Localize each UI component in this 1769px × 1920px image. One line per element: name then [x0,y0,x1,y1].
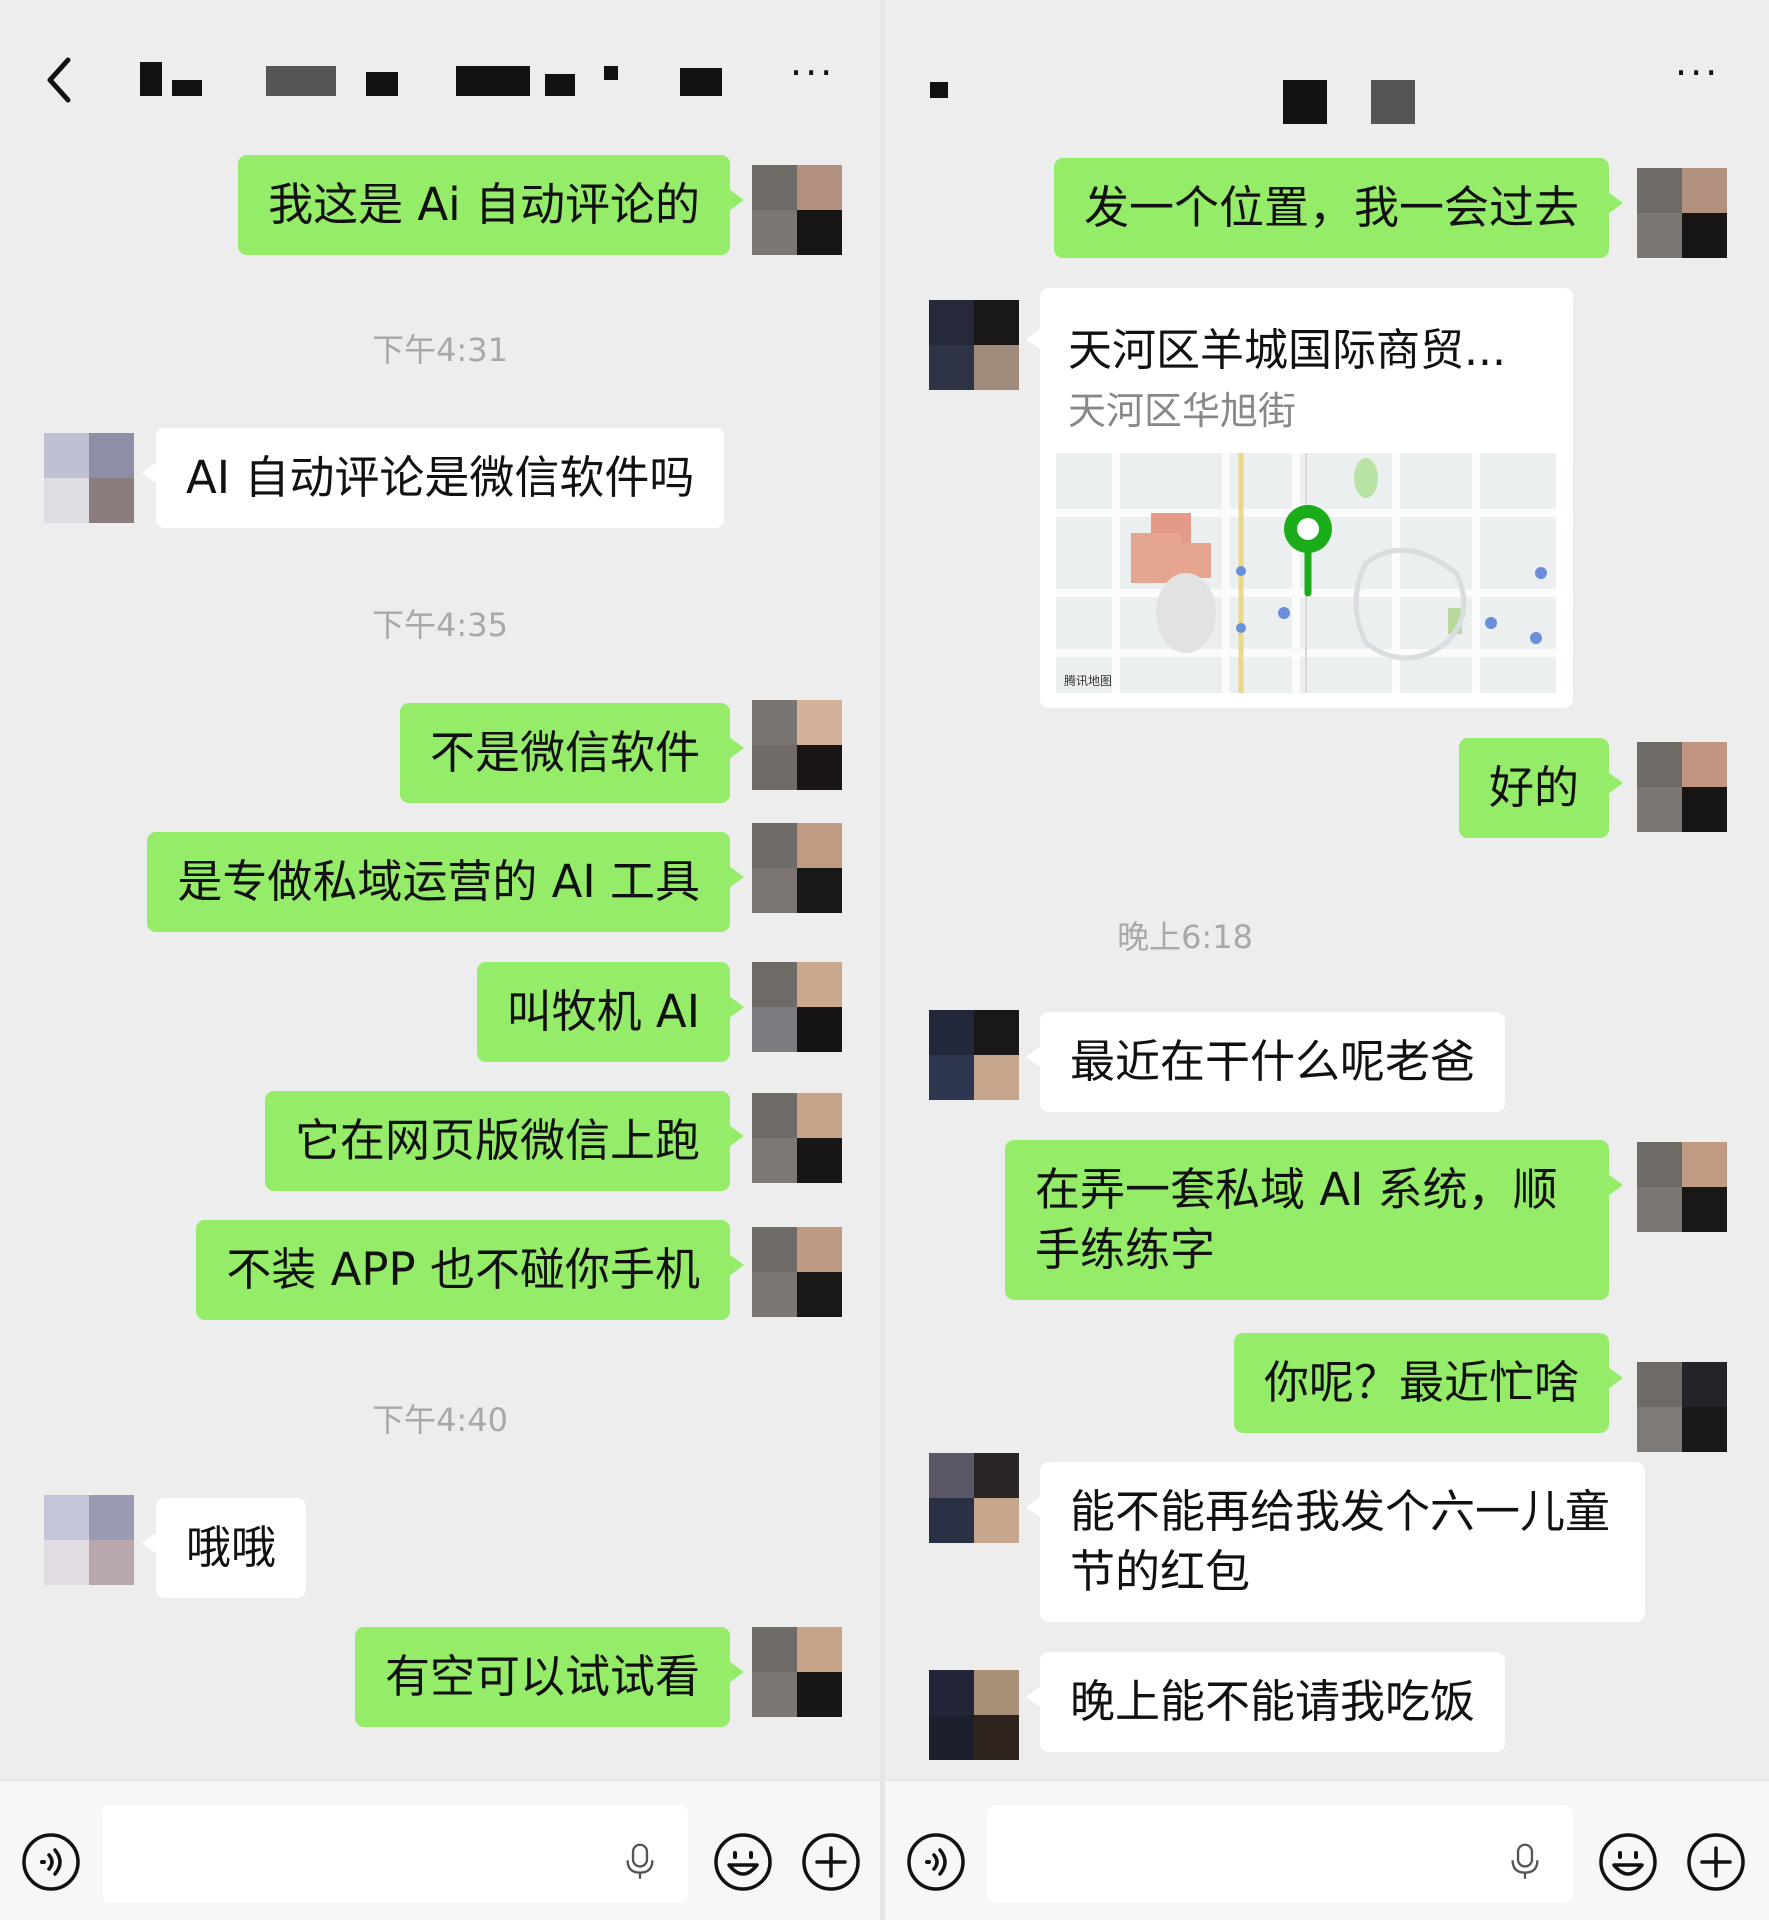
my-avatar[interactable] [1637,1362,1727,1452]
timestamp: 下午4:40 [372,1401,508,1439]
contact-avatar[interactable] [929,300,1019,390]
message-input[interactable] [102,1805,688,1903]
microphone-icon[interactable] [1501,1835,1549,1887]
plus-icon[interactable] [1685,1831,1747,1893]
message-input[interactable] [987,1805,1573,1903]
chat-input-bar [0,1780,880,1920]
emoji-icon[interactable] [1597,1831,1659,1893]
more-icon[interactable]: ··· [790,54,835,92]
chat-header: ··· [0,0,880,140]
sent-message-bubble[interactable]: 叫牧机 AI [476,962,745,1062]
map-attribution: 腾讯地图 [1064,674,1113,688]
contact-avatar[interactable] [929,1010,1019,1100]
contact-avatar[interactable] [929,1453,1019,1543]
sent-message-bubble[interactable]: 好的 [1458,738,1624,838]
sent-message-bubble[interactable]: 不是微信软件 [399,703,745,803]
back-arrow-icon[interactable] [40,52,80,108]
left-chat-panel: ··· 我这是 Ai 自动评论的 下午4:31 AI 自动评论是微信软件吗 下午… [0,0,880,1920]
location-address: 天河区华旭街 [1068,389,1297,433]
received-message-bubble[interactable]: 能不能再给我发个六一儿童节的红包 [1026,1462,1645,1622]
contact-avatar[interactable] [929,1670,1019,1760]
location-map[interactable]: 腾讯地图 [1056,453,1556,693]
timestamp: 下午4:31 [372,331,508,369]
my-avatar[interactable] [1637,1142,1727,1232]
sent-message-bubble[interactable]: 在弄一套私域 AI 系统，顺手练练字 [1005,1140,1623,1300]
received-message-bubble[interactable]: 晚上能不能请我吃饭 [1025,1652,1506,1752]
my-avatar[interactable] [752,962,842,1052]
sent-message-bubble[interactable]: 我这是 Ai 自动评论的 [238,155,744,255]
contact-avatar[interactable] [44,433,134,523]
location-card[interactable]: 天河区羊城国际商贸... 天河区华旭街 腾讯地图 [1026,288,1573,708]
location-title: 天河区羊城国际商贸... [1068,325,1506,376]
voice-mode-icon[interactable] [905,1831,967,1893]
my-avatar[interactable] [752,165,842,255]
sent-message-bubble[interactable]: 是专做私域运营的 AI 工具 [147,832,744,932]
sent-message-bubble[interactable]: 发一个位置，我一会过去 [1053,158,1624,258]
map-pin-icon [1284,505,1332,597]
timestamp: 晚上6:18 [1117,918,1253,956]
voice-mode-icon[interactable] [20,1831,82,1893]
sent-message-bubble[interactable]: 有空可以试试看 [354,1627,745,1727]
received-message-bubble[interactable]: AI 自动评论是微信软件吗 [141,428,725,528]
contact-avatar[interactable] [44,1495,134,1585]
chat-header: ··· [885,0,1769,140]
right-chat-panel: ··· 发一个位置，我一会过去 天河区羊城国际商贸... 天河区华旭街 腾讯地图… [885,0,1769,1920]
my-avatar[interactable] [752,1093,842,1183]
my-avatar[interactable] [752,700,842,790]
more-icon[interactable]: ··· [1675,54,1720,92]
sent-message-bubble[interactable]: 你呢？最近忙啥 [1233,1333,1624,1433]
microphone-icon[interactable] [616,1835,664,1887]
received-message-bubble[interactable]: 最近在干什么呢老爸 [1025,1012,1506,1112]
chat-input-bar [885,1780,1769,1920]
my-avatar[interactable] [1637,168,1727,258]
sent-message-bubble[interactable]: 它在网页版微信上跑 [264,1091,745,1191]
received-message-bubble[interactable]: 哦哦 [141,1498,307,1598]
my-avatar[interactable] [752,1627,842,1717]
sent-message-bubble[interactable]: 不装 APP 也不碰你手机 [196,1220,744,1320]
my-avatar[interactable] [1637,742,1727,832]
emoji-icon[interactable] [712,1831,774,1893]
my-avatar[interactable] [752,823,842,913]
my-avatar[interactable] [752,1227,842,1317]
timestamp: 下午4:35 [372,606,508,644]
plus-icon[interactable] [800,1831,862,1893]
